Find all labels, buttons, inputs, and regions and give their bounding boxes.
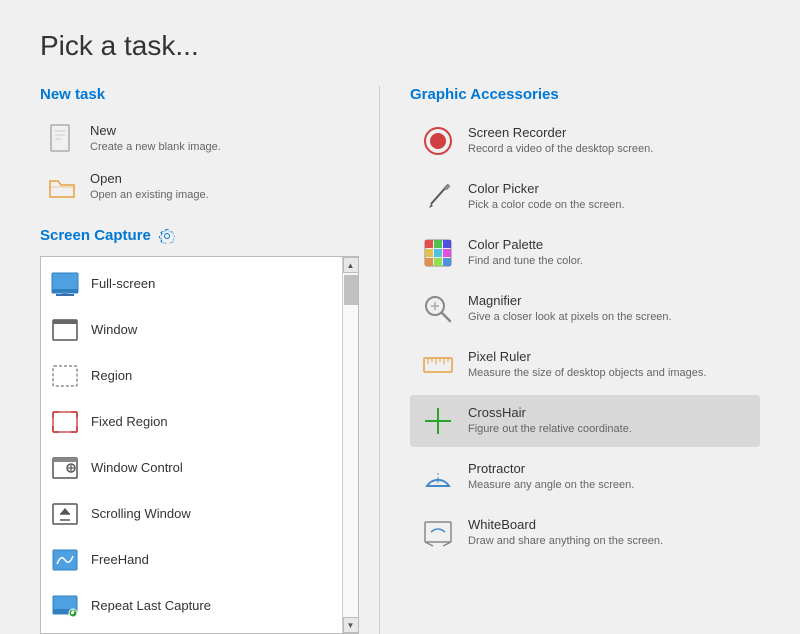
left-column: New task New Create a new blank image. — [40, 86, 380, 634]
sc-region-label: Region — [91, 368, 132, 385]
crosshair-title: CrossHair — [468, 405, 632, 422]
whiteboard-desc: Draw and share anything on the screen. — [468, 534, 663, 548]
whiteboard-title: WhiteBoard — [468, 517, 663, 534]
right-item-color-palette[interactable]: Color Palette Find and tune the color. — [410, 227, 760, 279]
sc-item-window[interactable]: Window — [41, 307, 342, 353]
crosshair-icon — [420, 403, 456, 439]
new-task-section: New task New Create a new blank image. — [40, 86, 359, 211]
right-item-magnifier[interactable]: Magnifier Give a closer look at pixels o… — [410, 283, 760, 335]
sc-item-region[interactable]: Region — [41, 353, 342, 399]
task-item-new[interactable]: New Create a new blank image. — [40, 115, 359, 163]
color-picker-desc: Pick a color code on the screen. — [468, 198, 625, 212]
sc-window-control-label: Window Control — [91, 460, 183, 477]
right-column: Graphic Accessories Screen Recorder Reco… — [380, 86, 760, 634]
right-item-protractor[interactable]: Protractor Measure any angle on the scre… — [410, 451, 760, 503]
sc-item-window-control[interactable]: Window Control — [41, 445, 342, 491]
gear-icon — [159, 228, 175, 244]
magnifier-desc: Give a closer look at pixels on the scre… — [468, 310, 672, 324]
protractor-desc: Measure any angle on the screen. — [468, 478, 634, 492]
screen-recorder-icon — [420, 123, 456, 159]
magnifier-title: Magnifier — [468, 293, 672, 310]
pixel-ruler-icon — [420, 347, 456, 383]
whiteboard-icon — [420, 515, 456, 551]
color-picker-title: Color Picker — [468, 181, 625, 198]
color-picker-icon — [420, 179, 456, 215]
freehand-icon — [49, 544, 81, 576]
new-task-title: New task — [40, 86, 359, 103]
scroll-thumb[interactable] — [344, 275, 358, 305]
task-new-title: New — [90, 123, 221, 140]
scroll-track[interactable] — [343, 273, 358, 617]
region-icon — [49, 360, 81, 392]
sc-fixed-region-label: Fixed Region — [91, 414, 168, 431]
screen-recorder-title: Screen Recorder — [468, 125, 653, 142]
page-title: Pick a task... — [40, 30, 760, 62]
repeat-icon — [49, 590, 81, 622]
sc-item-freehand[interactable]: FreeHand — [41, 537, 342, 583]
scrolling-icon — [49, 498, 81, 530]
screen-capture-section: Screen Capture — [40, 227, 359, 634]
sc-item-repeat[interactable]: Repeat Last Capture — [41, 583, 342, 629]
right-item-screen-recorder[interactable]: Screen Recorder Record a video of the de… — [410, 115, 760, 167]
color-palette-desc: Find and tune the color. — [468, 254, 583, 268]
screen-capture-title: Screen Capture — [40, 227, 359, 244]
window-control-icon — [49, 452, 81, 484]
right-item-whiteboard[interactable]: WhiteBoard Draw and share anything on th… — [410, 507, 760, 559]
crosshair-desc: Figure out the relative coordinate. — [468, 422, 632, 436]
scroll-up-arrow[interactable]: ▲ — [343, 257, 359, 273]
graphic-accessories-title: Graphic Accessories — [410, 86, 760, 103]
sc-window-label: Window — [91, 322, 137, 339]
sc-fullscreen-label: Full-screen — [91, 276, 155, 293]
task-item-open[interactable]: Open Open an existing image. — [40, 163, 359, 211]
sc-scrolling-label: Scrolling Window — [91, 506, 191, 523]
scroll-down-arrow[interactable]: ▼ — [343, 617, 359, 633]
window-icon — [49, 314, 81, 346]
right-item-crosshair[interactable]: CrossHair Figure out the relative coordi… — [410, 395, 760, 447]
task-new-desc: Create a new blank image. — [90, 140, 221, 154]
screen-recorder-desc: Record a video of the desktop screen. — [468, 142, 653, 156]
sc-item-fullscreen[interactable]: Full-screen — [41, 261, 342, 307]
new-icon — [44, 121, 80, 157]
protractor-icon — [420, 459, 456, 495]
sc-item-fixed-region[interactable]: Fixed Region — [41, 399, 342, 445]
fullscreen-icon — [49, 268, 81, 300]
magnifier-icon — [420, 291, 456, 327]
sc-item-scrolling[interactable]: Scrolling Window — [41, 491, 342, 537]
scrollbar[interactable]: ▲ ▼ — [342, 257, 358, 633]
task-open-desc: Open an existing image. — [90, 188, 209, 202]
right-item-pixel-ruler[interactable]: Pixel Ruler Measure the size of desktop … — [410, 339, 760, 391]
fixed-region-icon — [49, 406, 81, 438]
screen-capture-list[interactable]: Full-screen Window — [41, 257, 342, 633]
pixel-ruler-desc: Measure the size of desktop objects and … — [468, 366, 706, 380]
protractor-title: Protractor — [468, 461, 634, 478]
task-open-title: Open — [90, 171, 209, 188]
open-icon — [44, 169, 80, 205]
color-palette-icon — [420, 235, 456, 271]
pixel-ruler-title: Pixel Ruler — [468, 349, 706, 366]
screen-capture-list-wrapper: Full-screen Window — [40, 256, 359, 634]
right-item-color-picker[interactable]: Color Picker Pick a color code on the sc… — [410, 171, 760, 223]
color-palette-title: Color Palette — [468, 237, 583, 254]
sc-repeat-label: Repeat Last Capture — [91, 598, 211, 615]
